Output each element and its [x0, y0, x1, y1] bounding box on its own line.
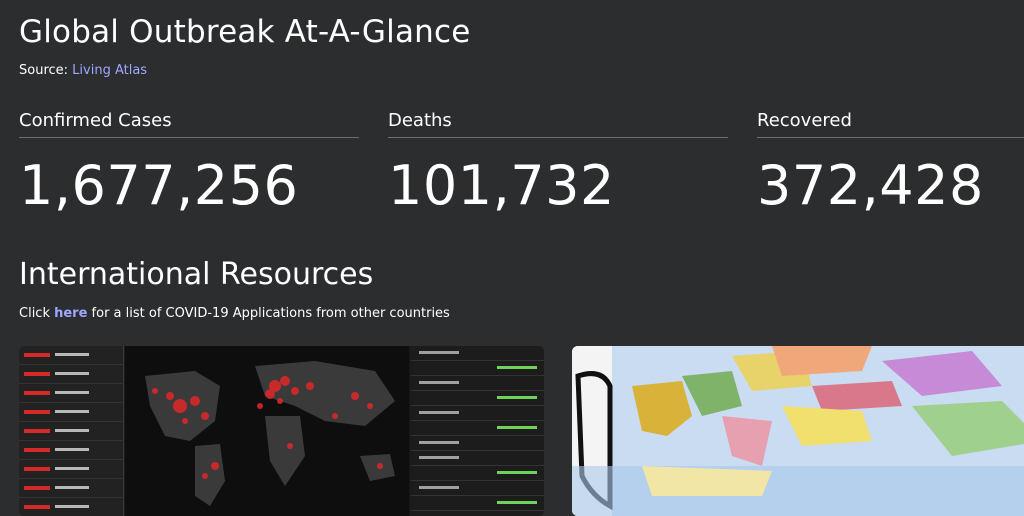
stat-recovered-label: Recovered [757, 110, 1024, 138]
dashboard-side-panel [411, 346, 544, 516]
dashboard-country-list [19, 346, 124, 516]
source-line: Source: Living Atlas [19, 63, 147, 78]
resources-text-before: Click [19, 306, 55, 321]
resources-title: International Resources [19, 257, 374, 292]
stat-deaths-value: 101,732 [388, 154, 615, 217]
resources-here-link[interactable]: here [54, 306, 87, 321]
stat-confirmed-value: 1,677,256 [19, 154, 299, 217]
resources-text-after: for a list of COVID-19 Applications from… [87, 306, 450, 321]
stat-deaths: Deaths 101,732 [388, 110, 728, 217]
europe-map-thumbnail-card[interactable] [572, 346, 1024, 516]
stat-deaths-label: Deaths [388, 110, 728, 138]
source-link[interactable]: Living Atlas [72, 63, 147, 78]
stat-recovered: Recovered 372,428 [757, 110, 1024, 217]
resources-text: Click here for a list of COVID-19 Applic… [19, 306, 450, 321]
source-prefix: Source: [19, 63, 73, 78]
stat-recovered-value: 372,428 [757, 154, 984, 217]
stat-confirmed-label: Confirmed Cases [19, 110, 359, 138]
dashboard-thumbnail-card[interactable] [19, 346, 544, 516]
page-title: Global Outbreak At-A-Glance [19, 14, 471, 50]
dashboard-world-map [125, 346, 409, 516]
stat-confirmed: Confirmed Cases 1,677,256 [19, 110, 359, 217]
